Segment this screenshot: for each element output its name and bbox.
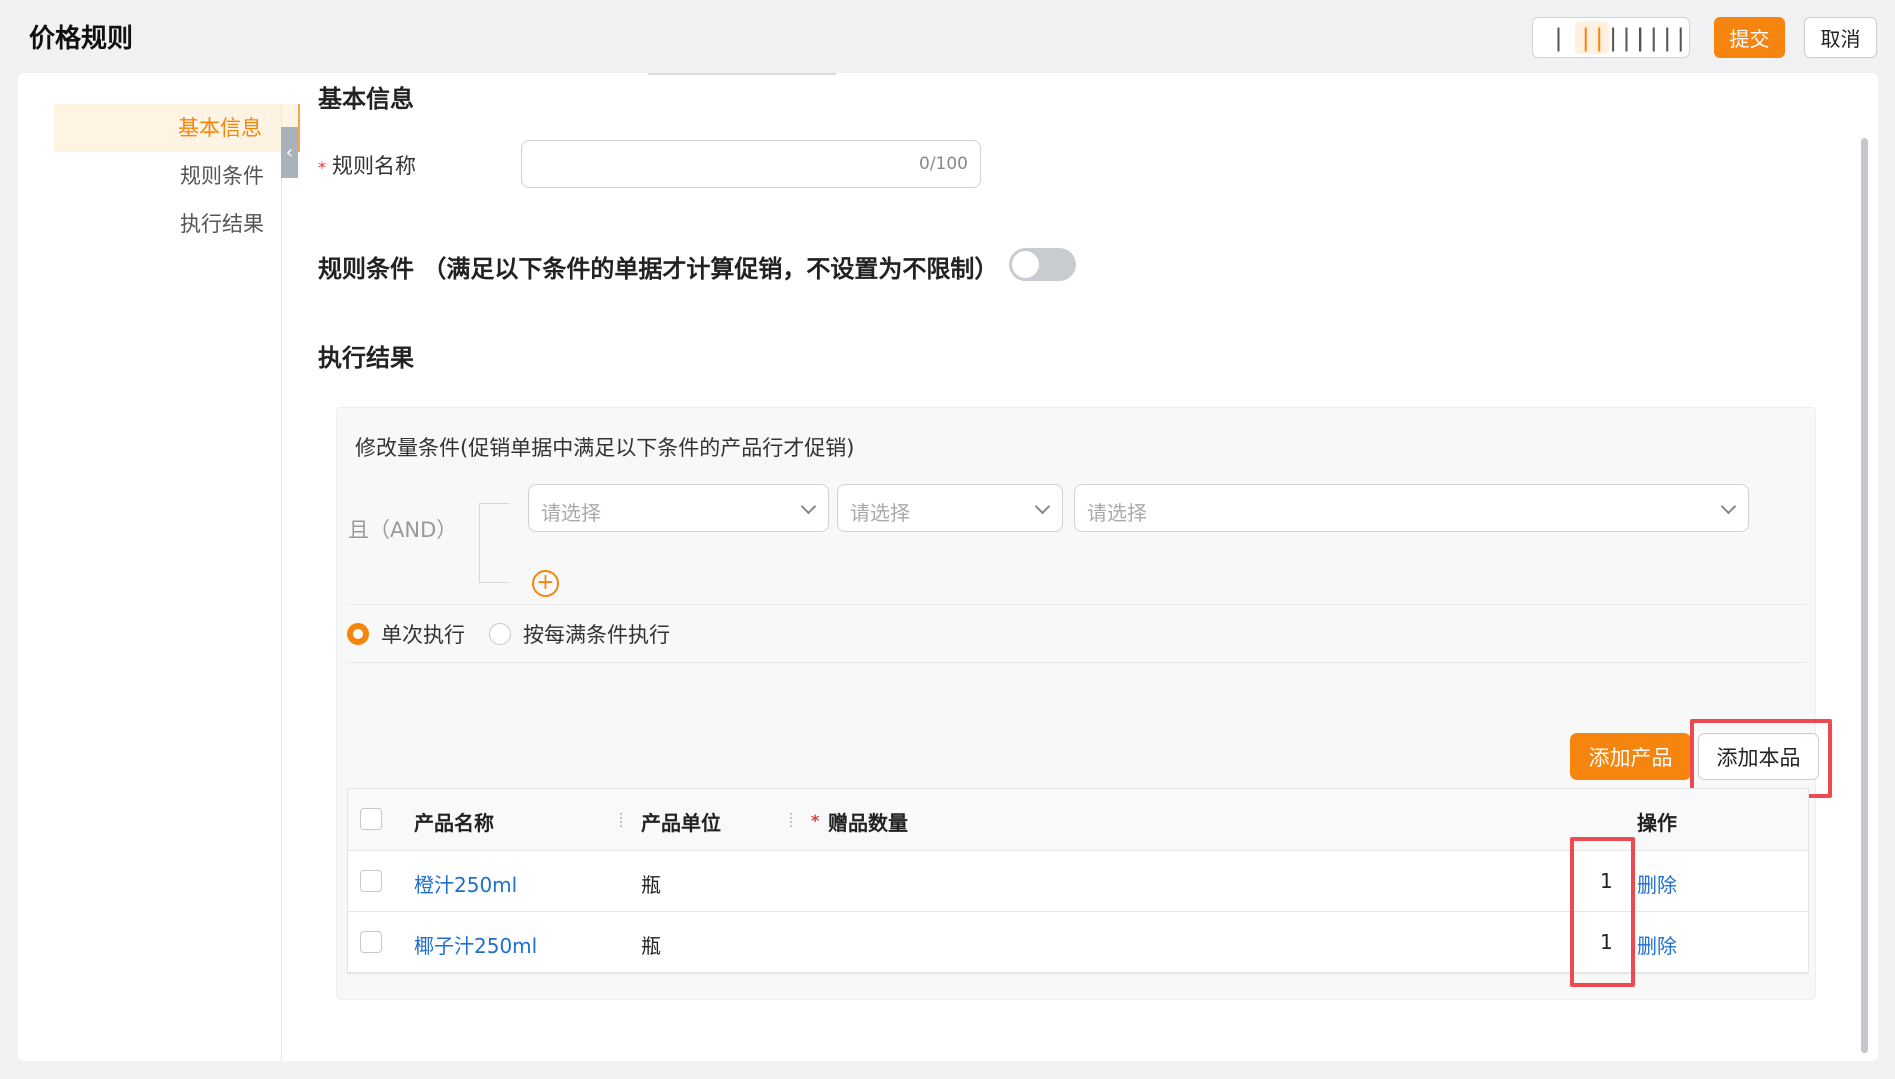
cancel-button[interactable]: 取消: [1804, 17, 1877, 58]
char-counter: 0/100: [919, 154, 968, 174]
rule-name-input[interactable]: 0/100: [521, 140, 981, 188]
layout-column-switch: | || ||| ||||: [1532, 17, 1690, 58]
delete-row-link[interactable]: 删除: [1637, 869, 1677, 898]
highlight-box: [1690, 719, 1832, 798]
top-tab-indicator: [648, 73, 836, 75]
row-checkbox[interactable]: [360, 931, 382, 953]
layout-1-column-button[interactable]: |: [1541, 21, 1575, 54]
highlight-box: [1570, 837, 1635, 987]
quantity-condition-title: 修改量条件(促销单据中满足以下条件的产品行才促销): [355, 436, 855, 460]
anchor-item-execution-result[interactable]: 执行结果: [54, 200, 300, 248]
toggle-knob: [1012, 251, 1039, 278]
delete-row-link[interactable]: 删除: [1637, 930, 1677, 959]
header-product-unit: 产品单位: [641, 811, 721, 835]
column-resize-handle[interactable]: [790, 813, 792, 827]
submit-button[interactable]: 提交: [1714, 17, 1785, 58]
select-all-checkbox[interactable]: [360, 808, 382, 830]
condition-value-select[interactable]: 请选择: [1074, 484, 1749, 532]
required-mark: *: [811, 811, 820, 830]
radio-per-condition-execution[interactable]: [489, 623, 511, 645]
divider: [347, 604, 1807, 605]
header-action: 操作: [1637, 811, 1677, 835]
collapse-sidebar-button[interactable]: ‹: [281, 127, 298, 178]
chevron-left-icon: ‹: [285, 142, 294, 163]
column-resize-handle[interactable]: [620, 813, 622, 827]
product-name-link[interactable]: 橙汁250ml: [414, 869, 517, 898]
chevron-down-icon: [1034, 498, 1051, 515]
anchor-item-basic-info[interactable]: 基本信息: [54, 104, 300, 152]
header-product-name: 产品名称: [414, 811, 494, 835]
header-gift-quantity: 赠品数量: [828, 811, 908, 835]
product-unit: 瓶: [641, 873, 661, 897]
section-title-basic-info: 基本信息: [318, 85, 414, 113]
page-header: 价格规则 | || ||| |||| 提交 取消: [0, 0, 1895, 73]
chevron-down-icon: [1720, 498, 1737, 515]
condition-field-select[interactable]: 请选择: [528, 484, 829, 532]
rule-name-label: * 规则名称: [318, 154, 416, 178]
product-unit: 瓶: [641, 934, 661, 958]
section-title-execution-result: 执行结果: [318, 344, 414, 372]
plus-circle-icon[interactable]: +: [532, 570, 559, 597]
rule-conditions-toggle[interactable]: [1009, 248, 1076, 281]
product-name-link[interactable]: 椰子汁250ml: [414, 930, 537, 959]
layout-4-column-button[interactable]: ||||: [1633, 21, 1688, 54]
chevron-down-icon: [800, 498, 817, 515]
logic-bracket: [479, 503, 509, 583]
divider: [347, 662, 1807, 663]
layout-2-column-button[interactable]: ||: [1575, 21, 1609, 54]
radio-single-execution[interactable]: [347, 623, 369, 645]
execution-mode-radio-group: 单次执行 按每满条件执行: [347, 618, 694, 650]
page-title: 价格规则: [29, 24, 134, 54]
row-checkbox[interactable]: [360, 870, 382, 892]
anchor-item-rule-conditions[interactable]: 规则条件: [54, 152, 300, 200]
condition-operator-select[interactable]: 请选择: [837, 484, 1063, 532]
section-title-rule-conditions: 规则条件 （满足以下条件的单据才计算促销，不设置为不限制）: [318, 255, 999, 283]
required-mark: *: [318, 158, 326, 177]
vertical-scrollbar[interactable]: [1861, 138, 1868, 1053]
sidebar-divider: [281, 104, 282, 1061]
add-product-button[interactable]: 添加产品: [1570, 733, 1691, 780]
logic-and-label: 且（AND）: [348, 518, 458, 542]
anchor-nav: 基本信息 规则条件 执行结果: [54, 104, 300, 248]
